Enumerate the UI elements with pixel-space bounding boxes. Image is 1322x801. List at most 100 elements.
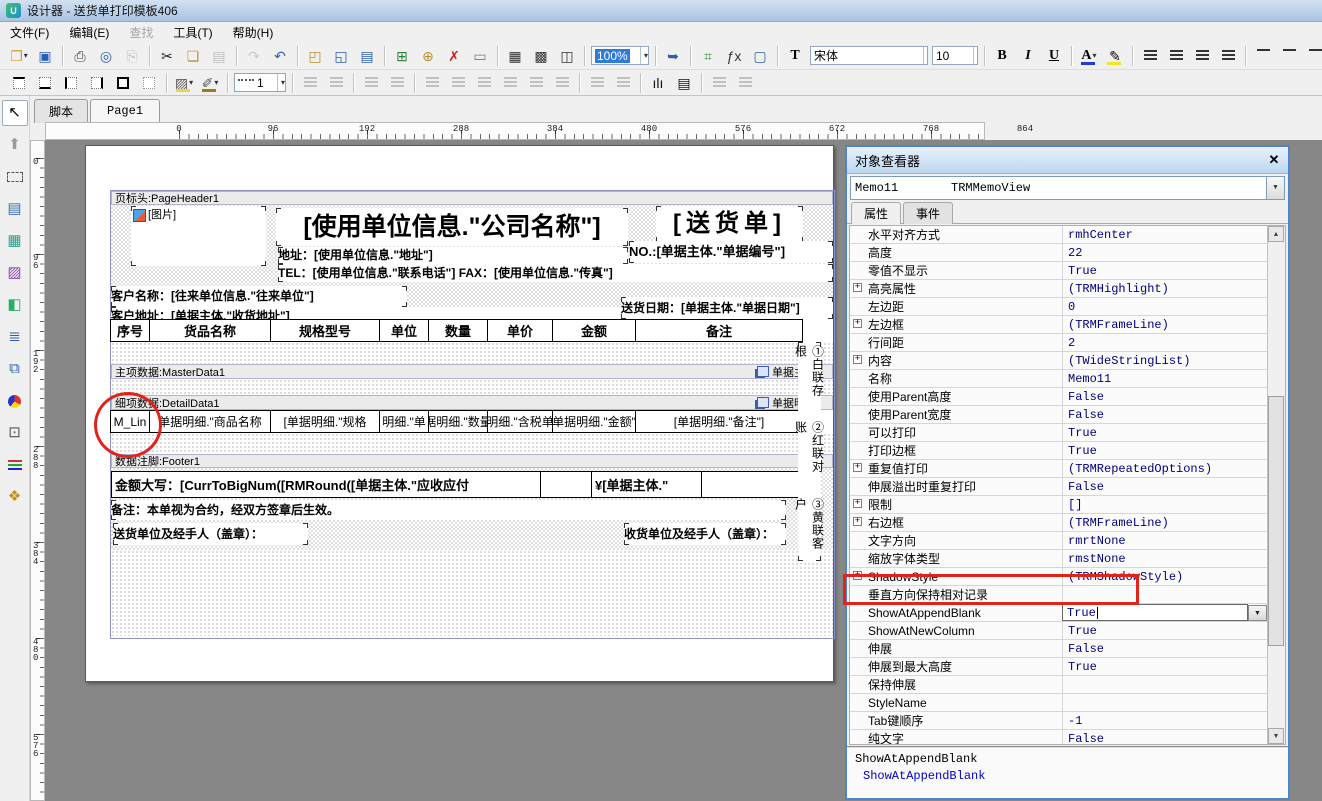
detail-cell[interactable]: [单据明细."规格 <box>270 410 380 433</box>
property-row[interactable]: ShowAtNewColumnTrue <box>850 622 1268 640</box>
expand-icon[interactable] <box>853 283 862 292</box>
data-fields-button[interactable]: ⌗ <box>696 44 720 68</box>
insert-ole-tool[interactable]: ❖ <box>2 484 28 510</box>
amount-blank-cell[interactable] <box>540 471 592 498</box>
property-row[interactable]: 文字方向rmrtNone <box>850 532 1268 550</box>
property-value[interactable]: [] <box>1062 496 1268 513</box>
copies-strip-memo[interactable]: ①白联存根②红联对账③黄联客户 <box>798 342 821 561</box>
inspector-scrollbar[interactable]: ▲ ▼ <box>1267 226 1285 744</box>
detail-cell[interactable]: 明细."含税单 <box>487 410 553 433</box>
property-row[interactable]: 水平对齐方式rmhCenter <box>850 226 1268 244</box>
insert-band-tool[interactable] <box>2 164 28 190</box>
align-center-button[interactable] <box>1164 44 1188 68</box>
amount-value-memo[interactable]: ¥[单据主体." <box>591 471 702 498</box>
property-value[interactable]: (TRMHighlight) <box>1062 280 1268 297</box>
frame-none-button[interactable] <box>137 71 161 95</box>
new-memo-button[interactable]: ⊞ <box>390 44 414 68</box>
expand-icon[interactable] <box>853 463 862 472</box>
inspector-titlebar[interactable]: 对象查看器 ✕ <box>847 147 1288 174</box>
property-row[interactable]: 右边框(TRMFrameLine) <box>850 514 1268 532</box>
property-row[interactable]: ShowAtAppendBlankTrue <box>850 604 1268 622</box>
font-dialog-button[interactable]: T <box>783 44 807 68</box>
expand-icon[interactable] <box>853 499 862 508</box>
frame-right-button[interactable] <box>85 71 109 95</box>
open-button[interactable]: ❐▾ <box>7 44 31 68</box>
copy-button[interactable]: ❏ <box>181 44 205 68</box>
tab-properties[interactable]: 属性 <box>851 202 901 224</box>
italic-button[interactable]: I <box>1016 44 1040 68</box>
column-header[interactable]: 单位 <box>379 319 429 342</box>
scroll-up-icon[interactable]: ▲ <box>1268 226 1284 242</box>
property-row[interactable]: 打印边框True <box>850 442 1268 460</box>
property-row[interactable]: 零值不显示True <box>850 262 1268 280</box>
insert-subreport-tool[interactable]: ⧉ <box>2 356 28 382</box>
new-page-button[interactable]: ⊕ <box>416 44 440 68</box>
property-value[interactable]: True <box>1062 262 1268 279</box>
delivery-date-memo[interactable]: 送货日期：[单据主体."单据日期"] <box>621 297 833 319</box>
detail-cell[interactable]: 单据明细."商品名称 <box>149 410 271 433</box>
property-row[interactable]: 限制[] <box>850 496 1268 514</box>
property-value[interactable]: rmstNone <box>1062 550 1268 567</box>
blank-page-button[interactable]: ▭ <box>468 44 492 68</box>
insert-shape-tool[interactable]: ◧ <box>2 292 28 318</box>
frame-top-button[interactable] <box>7 71 31 95</box>
column-header[interactable]: 单价 <box>487 319 553 342</box>
property-value[interactable] <box>1062 676 1268 693</box>
property-row[interactable]: 缩放字体类型rmstNone <box>850 550 1268 568</box>
property-value-editor[interactable]: True <box>1062 604 1248 621</box>
underline-button[interactable]: U <box>1042 44 1066 68</box>
property-value[interactable]: 2 <box>1062 334 1268 351</box>
insert-memo-tool[interactable]: ▤ <box>2 196 28 222</box>
fill-color-button[interactable]: ▨▾ <box>172 71 196 95</box>
help-property-link[interactable]: ShowAtAppendBlank <box>855 769 1280 783</box>
band-list-button[interactable]: ▤ <box>672 71 696 95</box>
exit-designer-button[interactable]: ➥ <box>661 44 685 68</box>
save-button[interactable]: ▣ <box>33 44 57 68</box>
show-grid-button[interactable]: ▦ <box>503 44 527 68</box>
dropdown-button[interactable] <box>1248 605 1267 621</box>
bar-chart-button[interactable]: ılı <box>646 71 670 95</box>
remark-memo[interactable]: 备注：本单视为合约，经双方签章后生效。 <box>111 500 786 520</box>
property-value[interactable]: rmhCenter <box>1062 226 1268 243</box>
property-value[interactable]: (TRMFrameLine) <box>1062 514 1268 531</box>
layers-button[interactable]: ▤ <box>355 44 379 68</box>
column-header[interactable]: 备注 <box>635 319 803 342</box>
property-row[interactable]: 伸展到最大高度True <box>850 658 1268 676</box>
band-pageheader[interactable]: 页标头:PageHeader1 <box>111 191 833 205</box>
menu-help[interactable]: 帮助(H) <box>223 22 284 43</box>
frame-all-button[interactable] <box>111 71 135 95</box>
valign-bottom-button[interactable] <box>1303 44 1322 68</box>
insert-barcode-tool[interactable]: ⊡ <box>2 420 28 446</box>
detail-cell[interactable]: 明细."单 <box>379 410 429 433</box>
property-row[interactable]: 内容(TWideStringList) <box>850 352 1268 370</box>
insert-richtext-tool[interactable]: ≣ <box>2 324 28 350</box>
address-memo[interactable]: 地址：[使用单位信息."地址"] <box>278 247 628 264</box>
property-value[interactable]: True <box>1062 442 1268 459</box>
column-header[interactable]: 序号 <box>110 319 150 342</box>
frame-bottom-button[interactable] <box>33 71 57 95</box>
menu-edit[interactable]: 编辑(E) <box>59 22 119 43</box>
property-row[interactable]: 名称Memo11 <box>850 370 1268 388</box>
component-select[interactable]: Memo11 TRMMemoView <box>850 176 1285 200</box>
property-value[interactable]: False <box>1062 640 1268 657</box>
property-value[interactable]: True <box>1062 658 1268 675</box>
column-header[interactable]: 货品名称 <box>149 319 271 342</box>
property-row[interactable]: 纯文字False <box>850 730 1268 745</box>
select-tool[interactable]: ↖ <box>2 100 28 126</box>
detail-cell[interactable]: 单据明细."金额" <box>552 410 636 433</box>
property-value[interactable]: rmrtNone <box>1062 532 1268 549</box>
align-right-button[interactable] <box>1190 44 1214 68</box>
frame-left-button[interactable] <box>59 71 83 95</box>
property-row[interactable]: 行间距2 <box>850 334 1268 352</box>
band-detaildata[interactable]: 细项数据:DetailData1单据明 <box>111 395 833 410</box>
expand-icon[interactable] <box>853 355 862 364</box>
font-name-select[interactable]: 宋体 <box>810 46 928 65</box>
band-footer[interactable]: 数据注脚:Footer1 <box>111 454 833 468</box>
property-row[interactable]: 左边框(TRMFrameLine) <box>850 316 1268 334</box>
font-color-button[interactable]: A▾ <box>1077 44 1101 68</box>
property-row[interactable]: 左边距0 <box>850 298 1268 316</box>
property-row[interactable]: 保持伸展 <box>850 676 1268 694</box>
scrollbar-thumb[interactable] <box>1268 396 1284 646</box>
sender-sign-memo[interactable]: 送货单位及经手人（盖章）： <box>113 523 308 545</box>
print-preview-button[interactable]: ◎ <box>94 44 118 68</box>
